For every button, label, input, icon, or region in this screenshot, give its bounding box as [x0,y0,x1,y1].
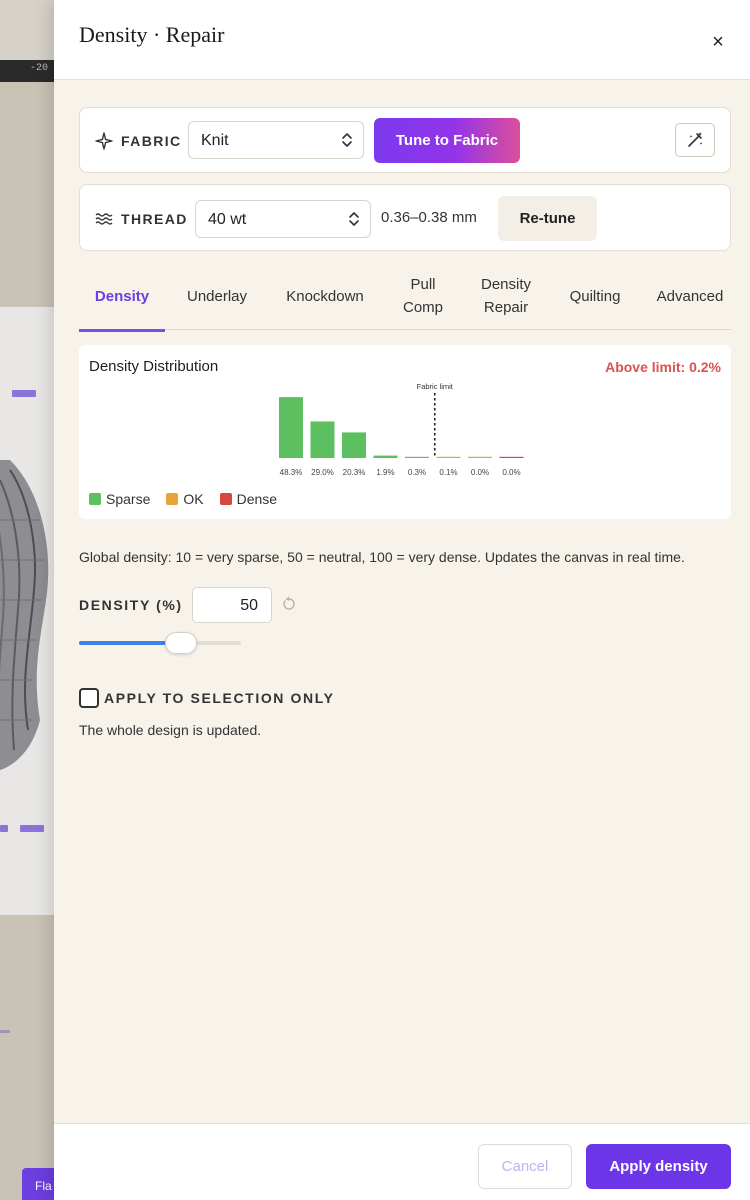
chart-bar [279,397,303,458]
apply-to-selection-label: APPLY TO SELECTION ONLY [104,690,335,706]
density-description: Global density: 10 = very sparse, 50 = n… [79,549,685,565]
thread-card: THREAD 40 wt 0.36–0.38 mm Re-tune [79,184,731,251]
slider-thumb[interactable] [165,632,197,654]
distribution-title: Density Distribution [89,358,219,375]
tab-pull-comp[interactable]: Pull Comp [393,262,453,330]
re-tune-button[interactable]: Re-tune [498,196,597,241]
thread-select[interactable]: 40 wt [195,200,371,238]
canvas-toolbar-button[interactable]: Fla [22,1168,54,1200]
apply-to-selection-toggle[interactable]: APPLY TO SELECTION ONLY [79,688,335,708]
legend-swatch-dense [219,493,232,505]
drawer-footer: Cancel Apply density [54,1123,750,1200]
canvas-area [0,915,54,1200]
tab-density-repair[interactable]: Density Repair [465,262,547,330]
apply-density-button[interactable]: Apply density [586,1144,731,1189]
chart-tick-label: 1.9% [376,468,394,477]
cancel-button[interactable]: Cancel [478,1144,572,1189]
magic-wand-button[interactable] [675,123,715,157]
legend-item-sparse: Sparse [89,491,150,507]
settings-tabs: Density Underlay Knockdown Pull Comp Den… [79,262,731,332]
fabric-limit-annotation: Fabric limit [417,382,454,391]
chart-bar [468,456,492,458]
thread-thickness-range: 0.36–0.38 mm [381,209,477,226]
density-repair-drawer: Density · Repair × FABRIC Knit Tune to F… [54,0,750,1200]
chart-bar [342,432,366,458]
reset-icon[interactable] [280,595,298,613]
chart-tick-label: 29.0% [311,468,334,477]
drawer-header: Density · Repair × [54,0,750,80]
chart-tick-label: 0.3% [408,468,426,477]
chevron-updown-icon [342,133,352,147]
hoop-guide-dash [0,825,8,832]
tune-to-fabric-button[interactable]: Tune to Fabric [374,118,520,163]
chart-tick-label: 0.1% [439,468,457,477]
apply-to-selection-checkbox[interactable] [79,688,99,708]
legend-swatch-ok [166,493,179,505]
selection-help-text: The whole design is updated. [79,722,262,738]
legend-label-dense: Dense [236,491,278,507]
fabric-card: FABRIC Knit Tune to Fabric [79,107,731,173]
tab-knockdown[interactable]: Knockdown [277,262,373,330]
tab-advanced[interactable]: Advanced [649,262,731,330]
chart-bar [405,456,429,458]
fabric-label-group: FABRIC [95,132,182,150]
chart-bar [436,456,461,458]
density-distribution-card: 48.3% 29.0% 20.3% 1.9% 0.3% 0.1% 0.0% 0.0% Fabri… [79,345,731,519]
thread-label: THREAD [121,211,188,227]
density-label: DENSITY (%) [79,597,183,613]
thread-label-group: THREAD [95,210,188,228]
close-button[interactable]: × [706,30,730,54]
fabric-select-value: Knit [201,132,229,149]
chevron-updown-icon [349,212,359,226]
chart-tick-label: 20.3% [343,468,366,477]
tab-underlay[interactable]: Underlay [175,262,259,330]
hoop-guide-dash [20,825,44,832]
canvas-area [0,82,54,307]
drawer-title: Density · Repair [79,22,225,47]
tab-quilting[interactable]: Quilting [559,262,631,330]
magic-wand-icon [688,132,703,147]
canvas-top-area [0,0,54,60]
chart-tick-label: 0.0% [502,468,520,477]
design-canvas[interactable]: -20 Fla [0,0,54,1200]
ruler-label: -20 [30,63,49,74]
density-slider[interactable] [79,630,241,656]
fabric-select[interactable]: Knit [188,121,364,159]
legend-item-dense: Dense [219,491,278,507]
legend-label-ok: OK [183,491,204,507]
embroidery-design-preview [0,460,49,770]
chart-tick-label: 48.3% [280,468,303,477]
chart-bar [499,456,524,458]
legend-label-sparse: Sparse [106,491,151,507]
chart-bar [310,421,335,458]
chart-bar [373,455,398,458]
tab-density[interactable]: Density [79,262,165,332]
chart-tick-label: 0.0% [471,468,489,477]
fabric-label: FABRIC [121,133,182,149]
density-input[interactable]: 50 [192,587,272,623]
hoop-guide-dash [12,390,36,397]
sparkle-icon [95,132,113,150]
above-limit-badge: Above limit: 0.2% [605,359,721,375]
hoop-guide-dash [0,1030,10,1033]
legend-item-ok: OK [166,491,204,507]
chart-legend: Sparse OK Dense [89,491,293,507]
thread-select-value: 40 wt [208,211,247,228]
waves-icon [95,210,113,228]
legend-swatch-sparse [89,493,101,505]
